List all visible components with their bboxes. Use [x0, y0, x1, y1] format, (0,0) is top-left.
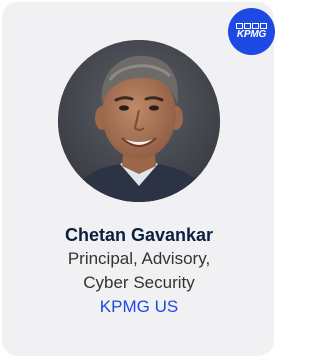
avatar: [58, 40, 220, 202]
person-title-line1: Principal, Advisory,: [67, 249, 211, 268]
avatar-portrait: [58, 40, 220, 202]
kpmg-logo: KPMG: [228, 8, 275, 55]
person-title-line2: Cyber Security: [83, 273, 195, 292]
company-link[interactable]: KPMG US: [0, 296, 278, 318]
person-name: Chetan Gavankar: [64, 225, 214, 245]
kpmg-logo-text: KPMG: [236, 29, 267, 40]
